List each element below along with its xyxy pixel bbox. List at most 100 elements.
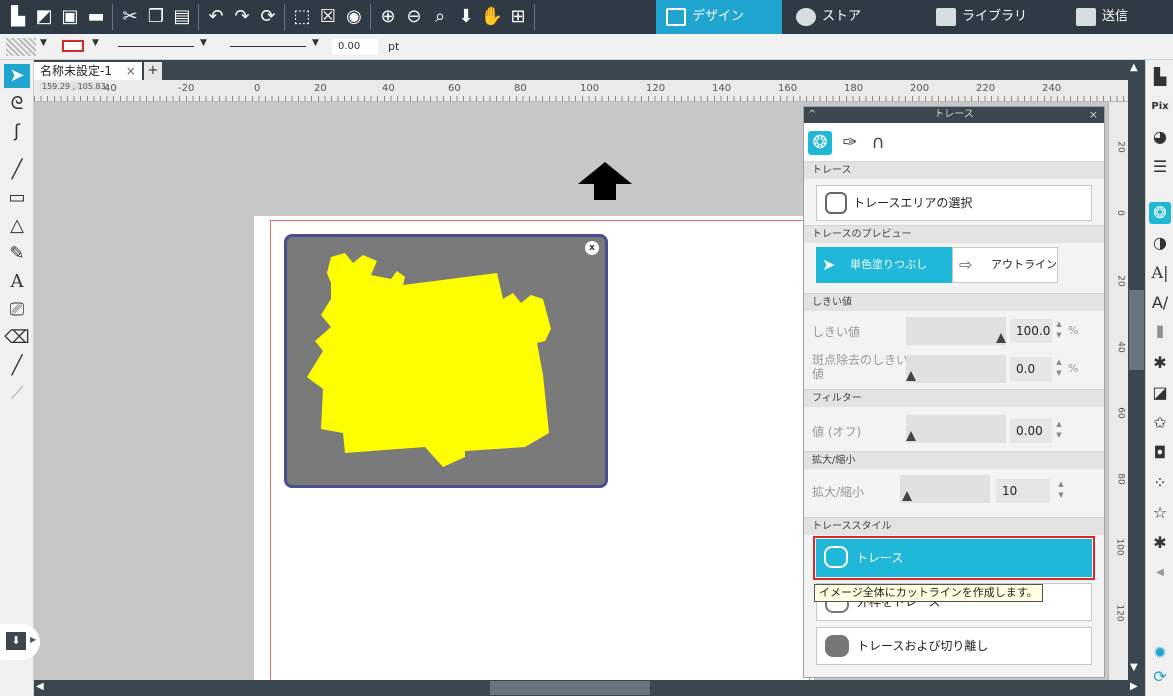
scroll-down-icon[interactable]: ▼	[1130, 662, 1138, 673]
pan-down-icon[interactable]: ⬇	[454, 5, 478, 29]
preview-outline-button[interactable]: ⇨ アウトライン	[952, 247, 1058, 283]
open-folder-icon[interactable]: ◩	[32, 5, 56, 29]
zoom-select-icon[interactable]: ⌕	[428, 5, 452, 29]
new-file-icon[interactable]: ▙	[6, 5, 30, 29]
line-width-input[interactable]: 0.00	[332, 39, 378, 55]
scroll-right-icon[interactable]: ▶	[1130, 681, 1138, 692]
paste-icon[interactable]: ▤	[170, 5, 194, 29]
despeckle-slider-knob[interactable]	[906, 371, 916, 381]
eraser-tool-icon[interactable]: ⌫	[4, 326, 30, 350]
print-icon[interactable]: ▬	[84, 5, 108, 29]
sketch-icon[interactable]: ⁘	[1149, 472, 1171, 494]
pencil-tool-icon[interactable]: ✎	[4, 242, 30, 266]
despeckle-slider[interactable]	[906, 355, 1006, 383]
trace-panel-icon[interactable]: ❂	[1149, 202, 1171, 224]
deselect-icon[interactable]: ☒	[316, 5, 340, 29]
expand-left-icon[interactable]: ◀	[1149, 562, 1171, 584]
close-panel-icon[interactable]: ×	[1089, 107, 1098, 123]
rectangle-tool-icon[interactable]: ▭	[4, 186, 30, 210]
zoom-out-icon[interactable]: ⊖	[402, 5, 426, 29]
hand-icon[interactable]: ✋	[480, 5, 504, 29]
threshold-input[interactable]: 100.0	[1010, 319, 1052, 343]
offset-icon[interactable]: ◘	[1149, 442, 1171, 464]
select-all-icon[interactable]: ⬚	[290, 5, 314, 29]
scroll-left-icon[interactable]: ◀	[36, 681, 44, 692]
trace-image[interactable]: x	[284, 234, 608, 488]
line-end-preview[interactable]	[230, 46, 306, 47]
copy-icon[interactable]: ❐	[144, 5, 168, 29]
document-tab[interactable]: 名称未設定-1 ×	[34, 62, 142, 80]
redo-icon[interactable]: ↷	[230, 5, 254, 29]
filter-slider[interactable]	[906, 415, 1006, 443]
vertical-scrollbar[interactable]: ▲ ▼	[1128, 60, 1145, 680]
eyedropper-tool-icon[interactable]: ⟋	[4, 382, 30, 406]
scale-input[interactable]: 10	[996, 479, 1050, 503]
vertical-scroll-thumb[interactable]	[1129, 290, 1144, 370]
add-tab-button[interactable]: +	[144, 62, 162, 80]
save-icon[interactable]: ▣	[58, 5, 82, 29]
threshold-spinner[interactable]: ▲ ▼	[1054, 319, 1064, 343]
weld-icon[interactable]: ✱	[1149, 532, 1171, 554]
replicate-icon[interactable]: ◪	[1149, 382, 1171, 404]
select-tool-icon[interactable]: ➤	[4, 64, 30, 88]
filter-input[interactable]: 0.00	[1010, 419, 1052, 443]
draw-tool-icon[interactable]: ╱	[4, 354, 30, 378]
align-icon[interactable]: ⫴	[1149, 322, 1171, 344]
scale-spinner[interactable]: ▲ ▼	[1056, 479, 1066, 503]
pixscan-icon[interactable]: Pix	[1149, 96, 1171, 118]
trace-and-detach-button[interactable]: トレースおよび切り離し	[816, 627, 1092, 665]
magnet-mode-icon[interactable]: ∩	[866, 131, 890, 155]
line-tool-icon[interactable]: ╱	[4, 158, 30, 182]
line-end-dropdown-icon[interactable]: ▼	[312, 38, 319, 48]
lasso-tool-icon[interactable]: ᘓ	[4, 92, 30, 116]
threshold-slider-knob[interactable]	[996, 333, 1006, 343]
text-style-icon[interactable]: A|	[1149, 262, 1171, 284]
settings-gear-icon[interactable]: ✹	[1149, 642, 1171, 664]
collapse-panel-icon[interactable]: ^	[808, 107, 816, 123]
select-by-color-icon[interactable]: ◉	[342, 5, 366, 29]
eyedropper-mode-icon[interactable]: ✑	[838, 131, 862, 155]
preview-mono-button[interactable]: ➤ 単色塗りつぶし	[816, 247, 952, 283]
zoom-in-icon[interactable]: ⊕	[376, 5, 400, 29]
line-color-dropdown-icon[interactable]: ▼	[92, 38, 99, 48]
trace-mode-icon[interactable]: ❂	[808, 131, 832, 155]
threshold-slider[interactable]	[906, 317, 1006, 345]
filter-spinner[interactable]: ▲ ▼	[1054, 419, 1064, 443]
scale-slider[interactable]	[900, 475, 990, 503]
modify-icon[interactable]: ✩	[1149, 412, 1171, 434]
despeckle-spinner[interactable]: ▲ ▼	[1054, 357, 1064, 381]
text-path-icon[interactable]: A/	[1149, 292, 1171, 314]
library-drawer-button[interactable]: ⬇ ▶	[0, 624, 40, 660]
despeckle-input[interactable]: 0.0	[1010, 357, 1052, 381]
line-style-preview[interactable]	[118, 46, 194, 47]
text-tool-icon[interactable]: A	[4, 270, 30, 294]
close-tab-icon[interactable]: ×	[126, 64, 136, 78]
tab-library[interactable]: ライブラリ	[926, 0, 1066, 34]
close-image-icon[interactable]: x	[585, 241, 599, 255]
cut-icon[interactable]: ✂	[118, 5, 142, 29]
transform-icon[interactable]: ✱	[1149, 352, 1171, 374]
line-color-swatch[interactable]	[62, 40, 84, 52]
fill-pattern-swatch[interactable]	[6, 38, 36, 56]
select-trace-area-button[interactable]: トレースエリアの選択	[816, 185, 1092, 221]
scroll-up-icon[interactable]: ▲	[1130, 62, 1138, 73]
scale-slider-knob[interactable]	[902, 491, 912, 501]
trace-style-trace-button[interactable]: トレース	[813, 536, 1095, 580]
knife-tool-icon[interactable]: ⎚	[4, 298, 30, 322]
rotate-icon[interactable]: ⟳	[256, 5, 280, 29]
star-icon[interactable]: ☆	[1149, 502, 1171, 524]
tab-send[interactable]: 送信	[1066, 0, 1173, 34]
line-style-icon[interactable]: ☰	[1149, 156, 1171, 178]
sync-icon[interactable]: ⟳	[1149, 666, 1171, 688]
tab-design[interactable]: デザイン	[656, 0, 782, 34]
filter-slider-knob[interactable]	[906, 431, 916, 441]
tab-store[interactable]: ストア	[786, 0, 916, 34]
shape-tool-icon[interactable]: △	[4, 214, 30, 238]
page-setup-icon[interactable]: ▙	[1149, 66, 1171, 88]
undo-icon[interactable]: ↶	[204, 5, 228, 29]
pan-up-arrow-icon[interactable]	[578, 162, 632, 200]
fill-color-icon[interactable]: ◕	[1149, 126, 1171, 148]
line-style-dropdown-icon[interactable]: ▼	[200, 38, 207, 48]
horizontal-scroll-thumb[interactable]	[490, 681, 650, 695]
fill-dropdown-icon[interactable]: ▼	[40, 38, 47, 48]
